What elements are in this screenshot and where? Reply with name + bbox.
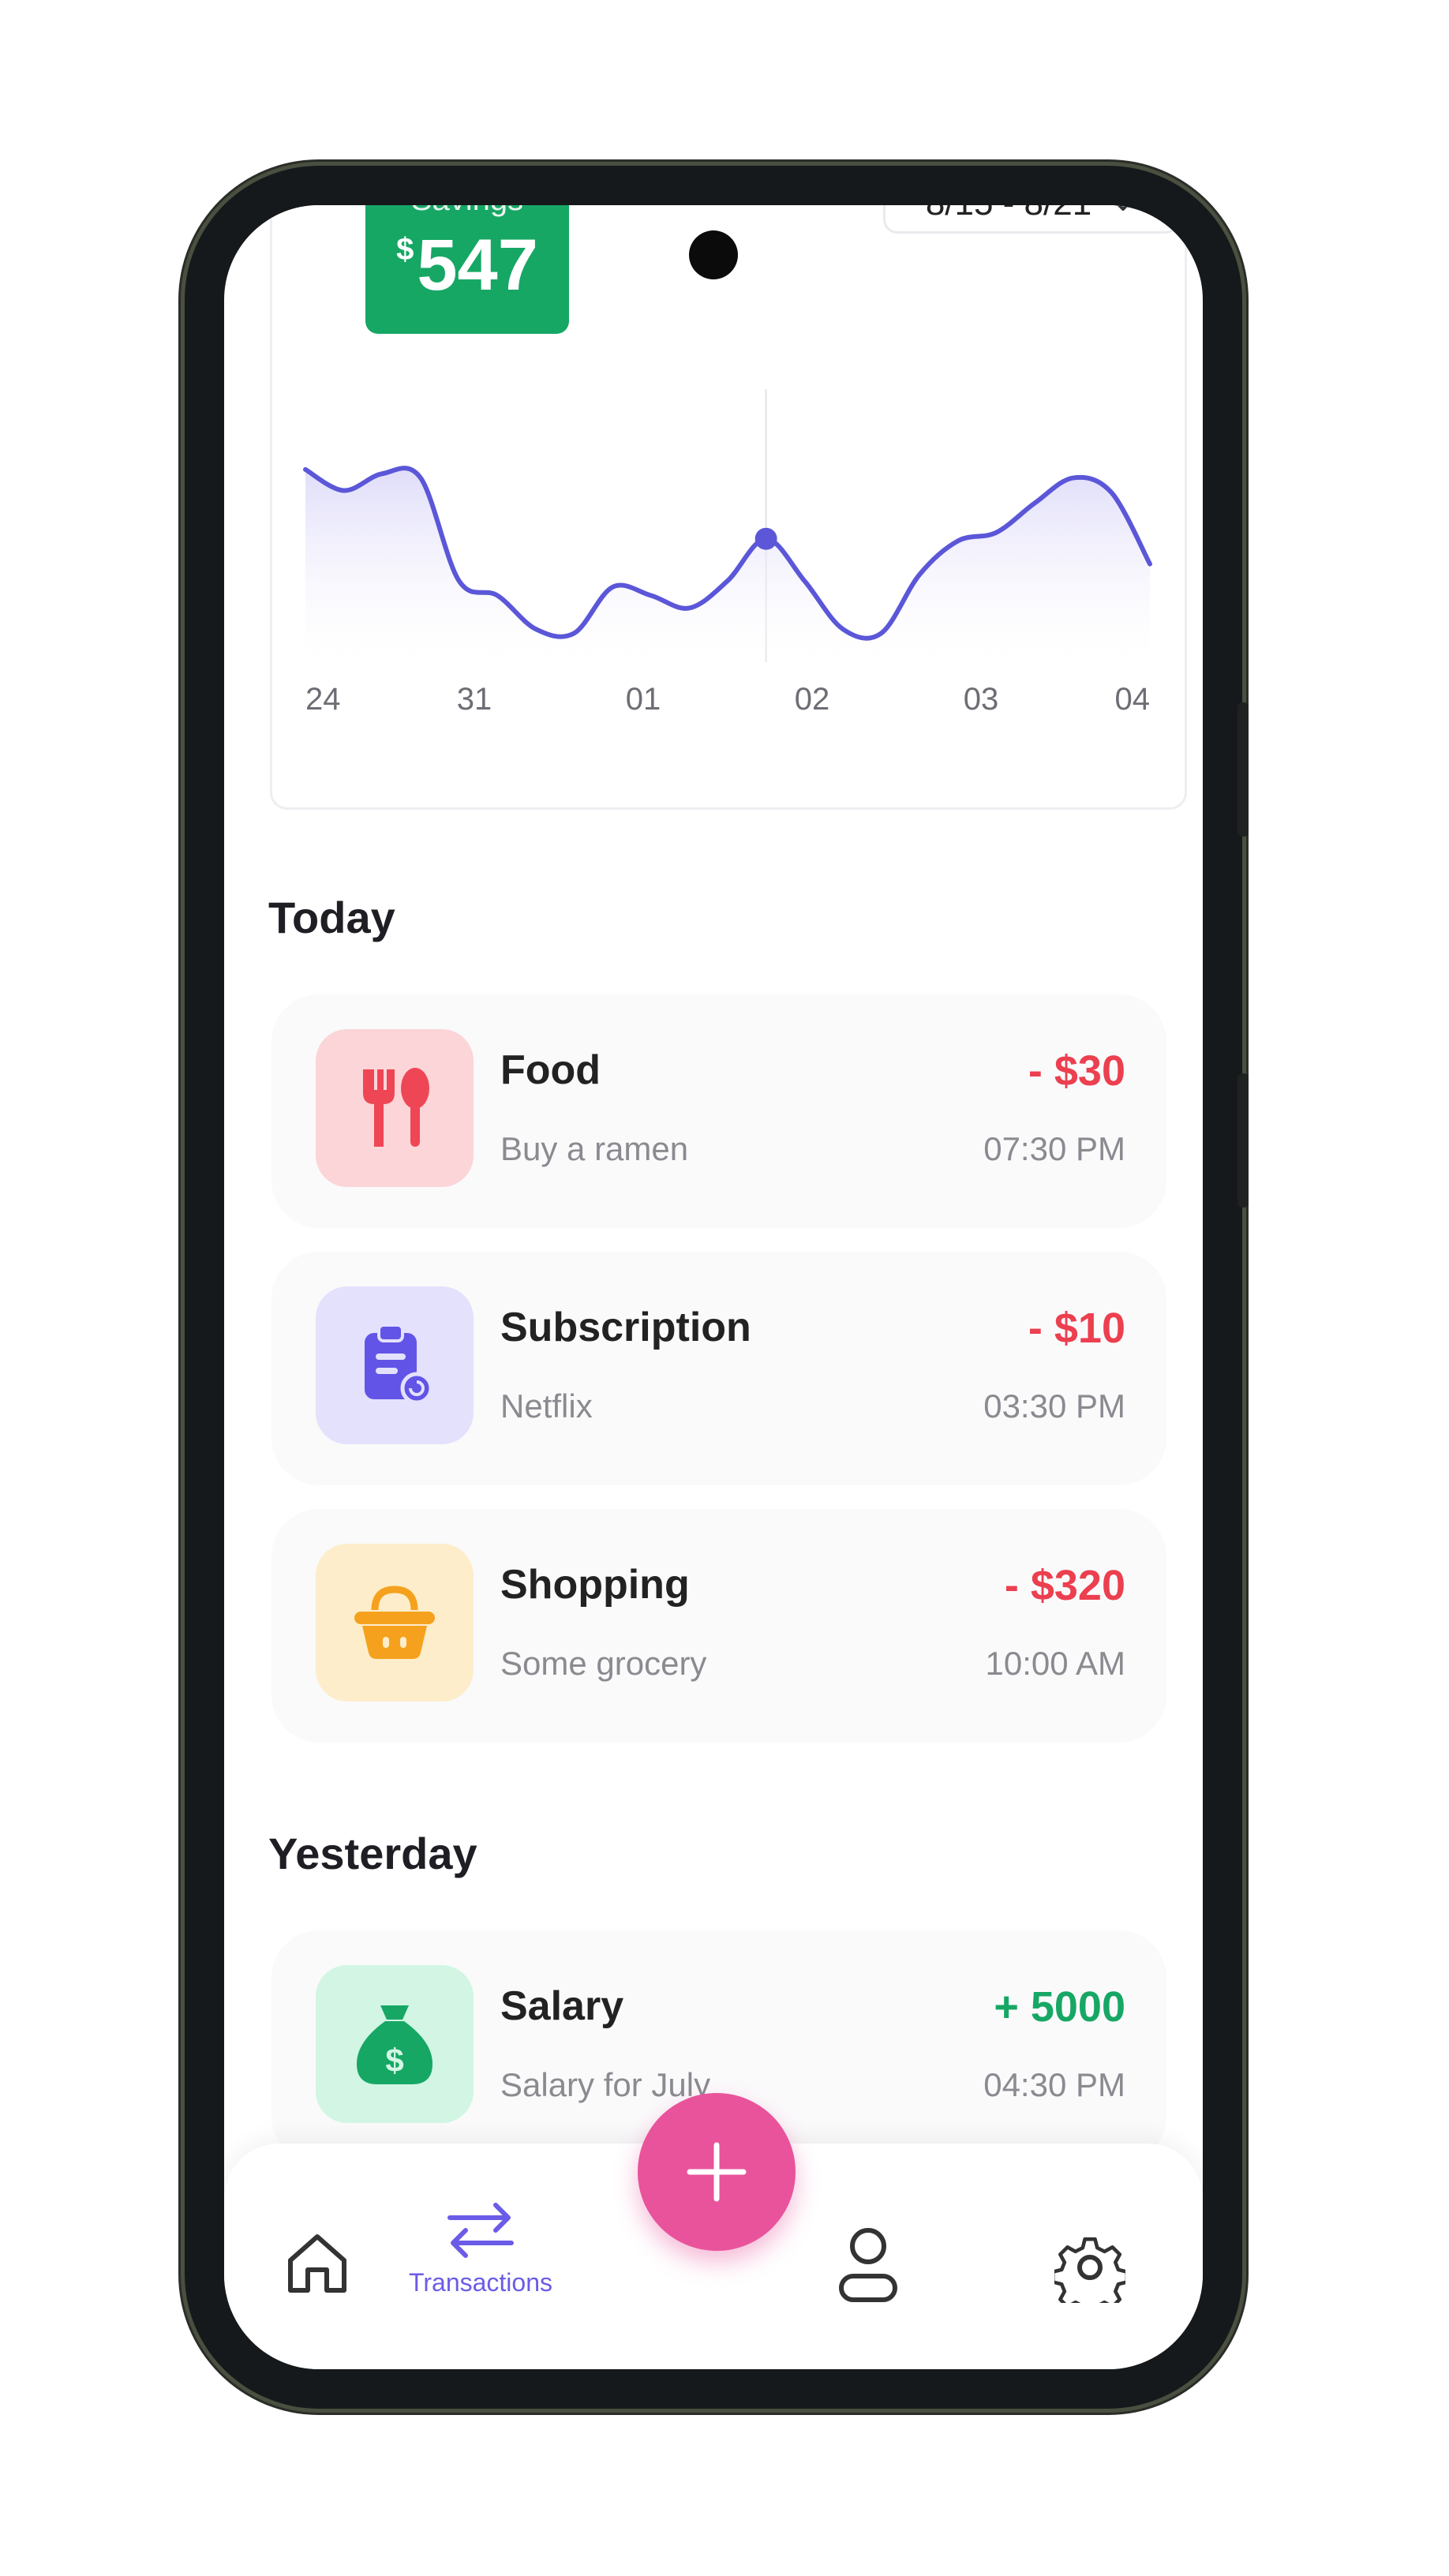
nav-item-home[interactable] <box>284 2230 350 2297</box>
x-tick-label: 02 <box>795 682 830 717</box>
front-camera <box>689 230 738 279</box>
phone-frame: 24 31 01 02 03 04 Savings $547 8/15 - 8/21 To… <box>185 166 1249 2409</box>
section-title-yesterday: Yesterday <box>268 1829 477 1878</box>
date-range-label: 8/15 - 8/21 <box>926 205 1091 223</box>
clipboard-icon <box>365 1324 433 1405</box>
nav-item-transactions[interactable]: Transactions <box>409 2199 552 2297</box>
chevron-down-icon <box>1117 205 1130 211</box>
transaction-time: 04:30 PM <box>983 2066 1125 2103</box>
add-transaction-button[interactable] <box>638 2093 796 2251</box>
x-tick-label: 31 <box>457 682 492 717</box>
section-title-today: Today <box>268 893 395 942</box>
transaction-item[interactable]: Subscription Netflix - $10 03:30 PM <box>271 1252 1166 1485</box>
transaction-note: Buy a ramen <box>500 1130 689 1167</box>
gear-icon <box>1054 2237 1125 2303</box>
transaction-time: 10:00 AM <box>985 1645 1125 1682</box>
app-screen: 24 31 01 02 03 04 Savings $547 8/15 - 8/21 To… <box>224 205 1203 2369</box>
transaction-icon-tile <box>316 1029 474 1187</box>
transfer-arrows-icon <box>447 2203 514 2258</box>
chart-area-fill <box>305 468 1150 661</box>
money-bag-icon: $ <box>357 2005 432 2084</box>
savings-amount: $547 <box>365 229 569 301</box>
nav-label-transactions: Transactions <box>409 2268 552 2297</box>
fork-spoon-icon <box>363 1068 429 1147</box>
transaction-icon-tile: $ <box>316 1965 474 2123</box>
transaction-amount: - $30 <box>1028 1047 1125 1095</box>
transaction-item[interactable]: Shopping Some grocery - $320 10:00 AM <box>271 1509 1166 1743</box>
basket-icon <box>354 1586 435 1659</box>
date-range-dropdown[interactable]: 8/15 - 8/21 <box>883 205 1180 234</box>
nav-item-profile[interactable] <box>837 2226 900 2305</box>
transaction-amount: + 5000 <box>994 1983 1125 2031</box>
nav-item-settings[interactable] <box>1054 2232 1125 2303</box>
transaction-note: Some grocery <box>500 1645 707 1682</box>
savings-badge: Savings $547 <box>365 205 569 334</box>
transaction-time: 03:30 PM <box>983 1387 1125 1425</box>
transaction-time: 07:30 PM <box>983 1130 1125 1167</box>
transaction-icon-tile <box>316 1544 474 1702</box>
phone-side-button <box>1237 1073 1249 1208</box>
transaction-name: Food <box>500 1047 601 1093</box>
transaction-item[interactable]: Food Buy a ramen - $30 07:30 PM <box>271 994 1166 1228</box>
transaction-amount: - $10 <box>1028 1305 1125 1352</box>
savings-label: Savings <box>365 205 569 218</box>
transaction-name: Subscription <box>500 1305 751 1350</box>
transaction-amount: - $320 <box>1004 1562 1125 1609</box>
transaction-icon-tile <box>316 1286 474 1444</box>
transaction-name: Salary <box>500 1983 624 2029</box>
home-icon <box>288 2234 346 2293</box>
x-tick-label: 03 <box>964 682 999 717</box>
x-tick-label: 24 <box>305 682 341 717</box>
transaction-name: Shopping <box>500 1562 690 1608</box>
plus-icon <box>687 2142 747 2202</box>
transaction-note: Netflix <box>500 1387 593 1425</box>
svg-text:$: $ <box>385 2042 403 2079</box>
transaction-note: Salary for July <box>500 2066 711 2103</box>
x-tick-label: 01 <box>626 682 661 717</box>
savings-chart-card: 24 31 01 02 03 04 Savings $547 8/15 - 8/21 <box>270 205 1187 810</box>
x-tick-label: 04 <box>1115 682 1151 717</box>
currency-symbol: $ <box>396 232 414 267</box>
chart-highlight-point[interactable] <box>754 527 777 550</box>
phone-side-button <box>1237 702 1249 837</box>
user-icon <box>839 2228 897 2302</box>
savings-value: 547 <box>417 225 538 305</box>
